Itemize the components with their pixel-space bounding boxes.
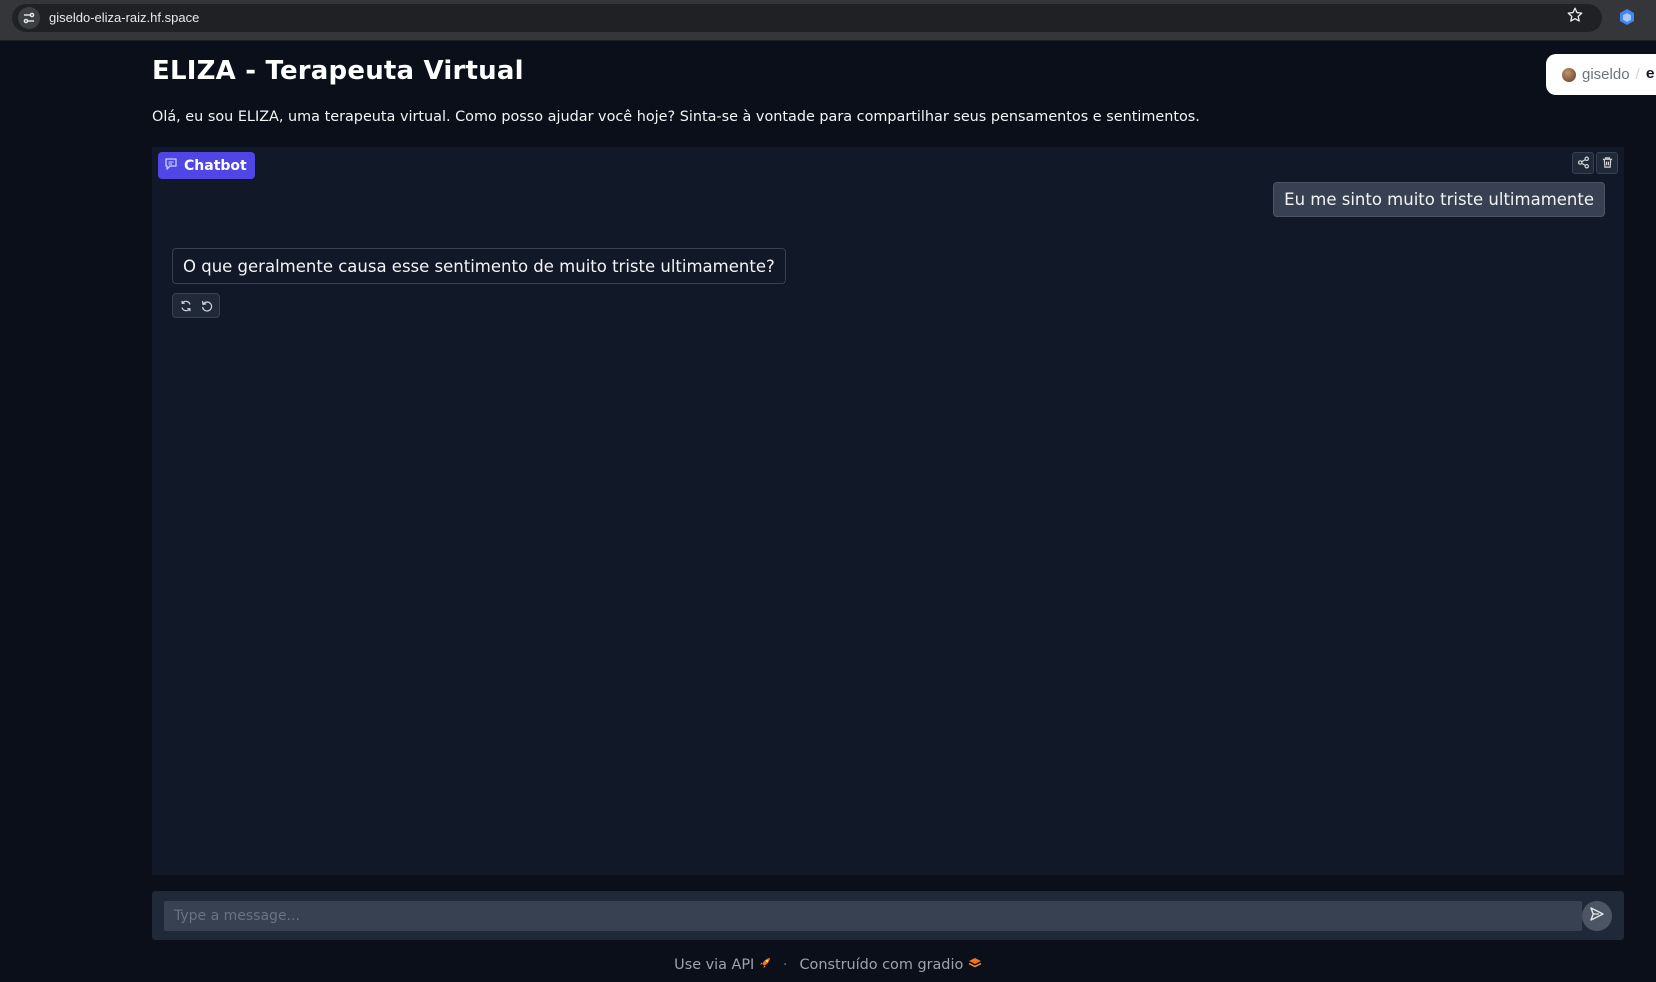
clear-chat-button[interactable] [1596,152,1618,174]
message-actions [172,293,220,318]
space-owner[interactable]: giseldo [1582,66,1630,83]
chatbot-label: Chatbot [158,152,255,179]
message-input-panel [152,891,1624,940]
api-link[interactable]: Use via API [674,957,771,973]
send-icon [1589,906,1605,926]
gradio-logo-icon [968,957,982,973]
share-button[interactable] [1572,152,1594,174]
send-button[interactable] [1582,901,1612,931]
chat-bubble-icon [164,157,178,175]
user-message: Eu me sinto muito triste ultimamente [1273,182,1605,217]
url-text[interactable]: giseldo-eliza-raiz.hf.space [49,10,199,25]
share-icon [1577,154,1590,173]
gradio-link[interactable]: Construído com gradio [799,957,982,973]
message-input[interactable] [164,901,1582,931]
undo-icon[interactable] [200,299,214,313]
trash-icon [1601,154,1614,173]
rocket-icon [759,957,771,973]
chatbot-label-text: Chatbot [184,157,247,174]
address-bar[interactable]: giseldo-eliza-raiz.hf.space [12,4,1602,32]
page-title: ELIZA - Terapeuta Virtual [152,56,524,86]
retry-icon[interactable] [179,299,193,313]
space-name[interactable]: el [1646,66,1656,83]
api-link-text[interactable]: Use via API [674,957,754,973]
footer-separator: · [782,957,788,973]
footer: Use via API · Construído com gradio [0,957,1656,973]
chat-toolbar [1572,152,1618,174]
space-badge[interactable]: giseldo / el [1546,54,1656,95]
page-description: Olá, eu sou ELIZA, uma terapeuta virtual… [152,109,1200,125]
bot-message: O que geralmente causa esse sentimento d… [172,248,786,284]
gradio-link-text[interactable]: Construído com gradio [799,957,963,973]
site-info-icon[interactable] [18,7,40,29]
extension-icon[interactable] [1618,8,1636,26]
badge-separator: / [1635,66,1640,83]
star-icon[interactable] [1566,6,1584,24]
chatbot-panel: Chatbot Eu me sinto muito triste ultimam… [152,147,1624,875]
browser-toolbar: giseldo-eliza-raiz.hf.space [0,0,1656,41]
avatar [1562,67,1576,82]
